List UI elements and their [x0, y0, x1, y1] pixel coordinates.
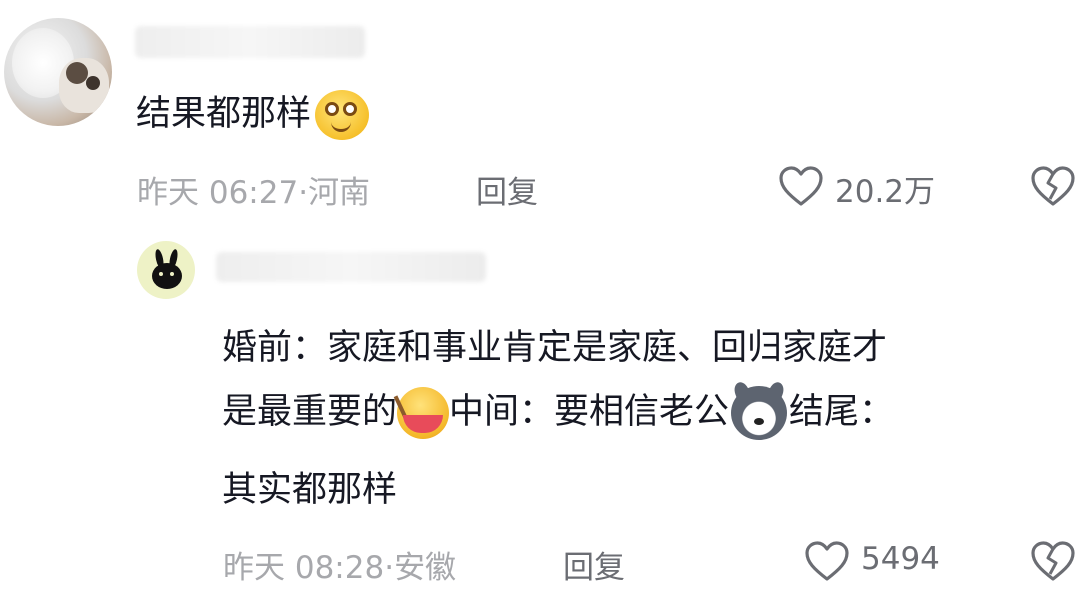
comment-2-text-part: 中间：要相信老公	[449, 392, 730, 432]
heart-outline-icon	[779, 166, 823, 206]
comment-1-text: 结果都那样	[136, 88, 370, 140]
heart-outline-icon	[805, 541, 849, 581]
comment-2-line-1: 婚前：家庭和事业肯定是家庭、回归家庭才	[222, 328, 888, 368]
comment-1-location: 河南	[308, 175, 371, 211]
comment-2-line-2: 是最重要的 中间：要相信老公 结尾：	[222, 380, 895, 440]
comment-1-like-count: 20.2万	[835, 174, 936, 210]
broken-heart-icon	[1031, 166, 1075, 206]
commenter-avatar[interactable]	[4, 18, 112, 126]
avatar-image-detail	[170, 272, 174, 276]
comment-2-reply-button[interactable]: 回复	[563, 542, 625, 587]
reply-username-blurred[interactable]	[216, 252, 486, 282]
comment-2-time: 昨天 08:28	[223, 550, 385, 586]
meta-separator: ·	[384, 550, 395, 586]
comment-2-line-3: 其实都那样	[222, 470, 398, 510]
reply-commenter-avatar[interactable]	[137, 241, 195, 299]
smiling-face-emoji	[315, 90, 370, 140]
comment-1-meta: 昨天 06:27·河南	[137, 167, 370, 212]
broken-heart-icon	[1031, 541, 1075, 581]
comment-2-meta: 昨天 08:28·安徽	[223, 542, 456, 587]
eating-noodles-emoji	[393, 387, 450, 439]
meta-separator: ·	[298, 175, 309, 211]
comment-2-dislike-button[interactable]	[1030, 540, 1076, 582]
avatar-image-detail	[152, 263, 182, 289]
husky-dog-emoji	[731, 380, 788, 440]
commenter-username-blurred[interactable]	[135, 26, 365, 58]
comment-1-text-content: 结果都那样	[136, 94, 312, 134]
comment-2-like-count: 5494	[861, 541, 940, 577]
comment-2-text-part: 是最重要的	[222, 392, 398, 432]
comment-1-reply-button[interactable]: 回复	[476, 167, 538, 212]
avatar-image-detail	[86, 76, 100, 90]
comment-2-location: 安徽	[394, 550, 457, 586]
comment-1-dislike-button[interactable]	[1030, 165, 1076, 207]
comment-2-text-part: 结尾：	[789, 392, 895, 432]
avatar-image-detail	[159, 272, 163, 276]
comment-1-time: 昨天 06:27	[137, 175, 299, 211]
comment-2-like-button[interactable]	[804, 540, 850, 582]
comment-1-like-button[interactable]	[778, 165, 824, 207]
avatar-image-detail	[66, 62, 88, 84]
